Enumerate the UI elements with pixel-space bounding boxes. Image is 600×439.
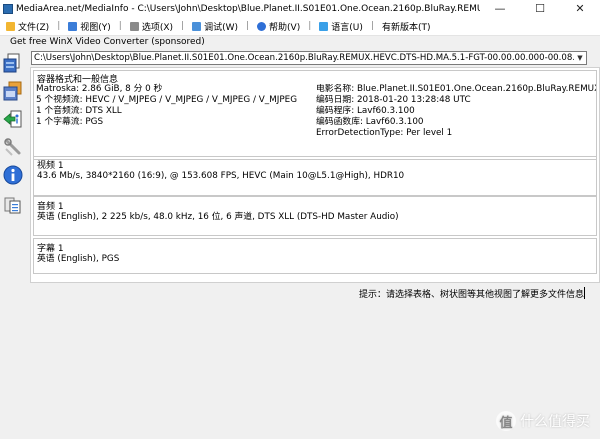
left-toolbar — [0, 48, 26, 439]
menu-new-version[interactable]: 有新版本(T) — [376, 17, 437, 35]
menu-debug[interactable]: 调试(W) — [186, 17, 244, 35]
settings-button[interactable] — [2, 136, 24, 158]
open-file-icon — [3, 53, 20, 73]
menu-help-label: 帮助(V) — [269, 22, 301, 33]
menu-view-label: 视图(Y) — [80, 22, 111, 33]
subtitle-title: 字幕 1 — [37, 244, 64, 254]
video-group: 视频 1 43.6 Mb/s, 3840*2160 (16:9), @ 153.… — [33, 156, 597, 196]
basic-info-panel: 容器格式和一般信息 Matroska: 2.86 GiB, 8 分 0 秒 5 … — [30, 67, 600, 283]
video-info-line: 43.6 Mb/s, 3840*2160 (16:9), @ 153.608 F… — [37, 171, 405, 181]
open-folder-icon — [3, 81, 22, 101]
general-group: 容器格式和一般信息 Matroska: 2.86 GiB, 8 分 0 秒 5 … — [33, 70, 597, 160]
subtitle-group: 字幕 1 英语 (English), PGS — [33, 238, 597, 274]
about-button[interactable] — [2, 164, 24, 186]
info-icon — [3, 165, 23, 185]
general-right-line: 编码函数库: Lavf60.3.100 — [316, 117, 424, 127]
open-file-button[interactable] — [2, 52, 24, 74]
options-icon — [129, 21, 139, 31]
folder-icon — [6, 21, 15, 31]
title-bar: MediaArea.net/MediaInfo - C:\Users\John\… — [0, 0, 600, 17]
watermark-badge-icon: 值 — [496, 411, 516, 431]
menu-debug-label: 调试(W) — [204, 22, 238, 33]
mediainfo-app-icon — [3, 3, 13, 14]
file-stack-icon — [4, 197, 21, 214]
general-right-line: 电影名称: Blue.Planet.II.S01E01.One.Ocean.21… — [316, 84, 596, 94]
file-selector-value: C:\Users\John\Desktop\Blue.Planet.II.S01… — [34, 53, 574, 63]
general-right-line: ErrorDetectionType: Per level 1 — [316, 128, 453, 138]
menu-file-label: 文件(Z) — [18, 22, 50, 33]
help-icon — [257, 21, 267, 31]
export-button[interactable] — [2, 108, 24, 130]
menu-separator: | — [118, 21, 122, 31]
audio-group: 音频 1 英语 (English), 2 225 kb/s, 48.0 kHz,… — [33, 196, 597, 236]
menu-options-label: 选项(X) — [141, 22, 174, 33]
video-title: 视频 1 — [37, 161, 64, 171]
status-area: 提示：请选择表格、树状图等其他视图了解更多文件信息 — [30, 283, 600, 301]
sponsor-link[interactable]: Get free WinX Video Converter (sponsored… — [10, 36, 205, 49]
general-left-line: Matroska: 2.86 GiB, 8 分 0 秒 — [36, 84, 163, 94]
menu-separator: | — [57, 21, 61, 31]
audio-info-line: 英语 (English), 2 225 kb/s, 48.0 kHz, 16 位… — [37, 212, 399, 222]
export-icon — [3, 110, 22, 128]
watermark-text: 什么值得买 — [520, 414, 590, 430]
general-right-line: 编码日期: 2018-01-20 13:28:48 UTC — [316, 95, 471, 105]
chevron-down-icon[interactable]: ▼ — [574, 52, 586, 64]
menu-language-label: 语言(U) — [331, 22, 363, 33]
menu-help[interactable]: 帮助(V) — [251, 17, 306, 35]
general-left-line: 1 个音频流: DTS XLL — [36, 106, 122, 116]
audio-title: 音频 1 — [37, 202, 64, 212]
watermark: 值 什么值得买 — [496, 411, 590, 431]
view-icon — [68, 21, 78, 31]
window-title: MediaArea.net/MediaInfo - C:\Users\John\… — [16, 3, 480, 14]
subtitle-info-line: 英语 (English), PGS — [37, 254, 120, 264]
menu-view[interactable]: 视图(Y) — [62, 17, 117, 35]
menu-separator: | — [181, 21, 185, 31]
menu-new-version-label: 有新版本(T) — [381, 22, 431, 33]
view-hint-text: 提示：请选择表格、树状图等其他视图了解更多文件信息 — [358, 290, 584, 300]
close-button[interactable]: ✕ — [560, 0, 600, 17]
menu-separator: | — [246, 21, 250, 31]
open-folder-button[interactable] — [2, 80, 24, 102]
debug-icon — [192, 21, 202, 31]
mediainfo-window: MediaArea.net/MediaInfo - C:\Users\John\… — [0, 0, 600, 439]
menu-bar: 文件(Z) | 视图(Y) | 选项(X) | 调试(W) | 帮助(V) | … — [0, 17, 600, 36]
plugins-button[interactable] — [2, 194, 24, 216]
general-left-line: 1 个字幕流: PGS — [36, 117, 104, 127]
file-selector-combo[interactable]: C:\Users\John\Desktop\Blue.Planet.II.S01… — [31, 51, 587, 65]
minimize-button[interactable]: — — [480, 0, 520, 17]
menu-separator: | — [308, 21, 312, 31]
general-right-line: 编码程序: Lavf60.3.100 — [316, 106, 415, 116]
text-cursor — [584, 287, 585, 299]
general-left-line: 5 个视频流: HEVC / V_MJPEG / V_MJPEG / V_MJP… — [36, 95, 298, 105]
menu-options[interactable]: 选项(X) — [124, 17, 179, 35]
menu-file[interactable]: 文件(Z) — [0, 17, 55, 35]
menu-language[interactable]: 语言(U) — [313, 17, 369, 35]
menu-separator: | — [370, 21, 374, 31]
wrench-icon — [4, 138, 21, 156]
maximize-button[interactable]: ☐ — [520, 0, 560, 17]
language-icon — [319, 21, 329, 31]
